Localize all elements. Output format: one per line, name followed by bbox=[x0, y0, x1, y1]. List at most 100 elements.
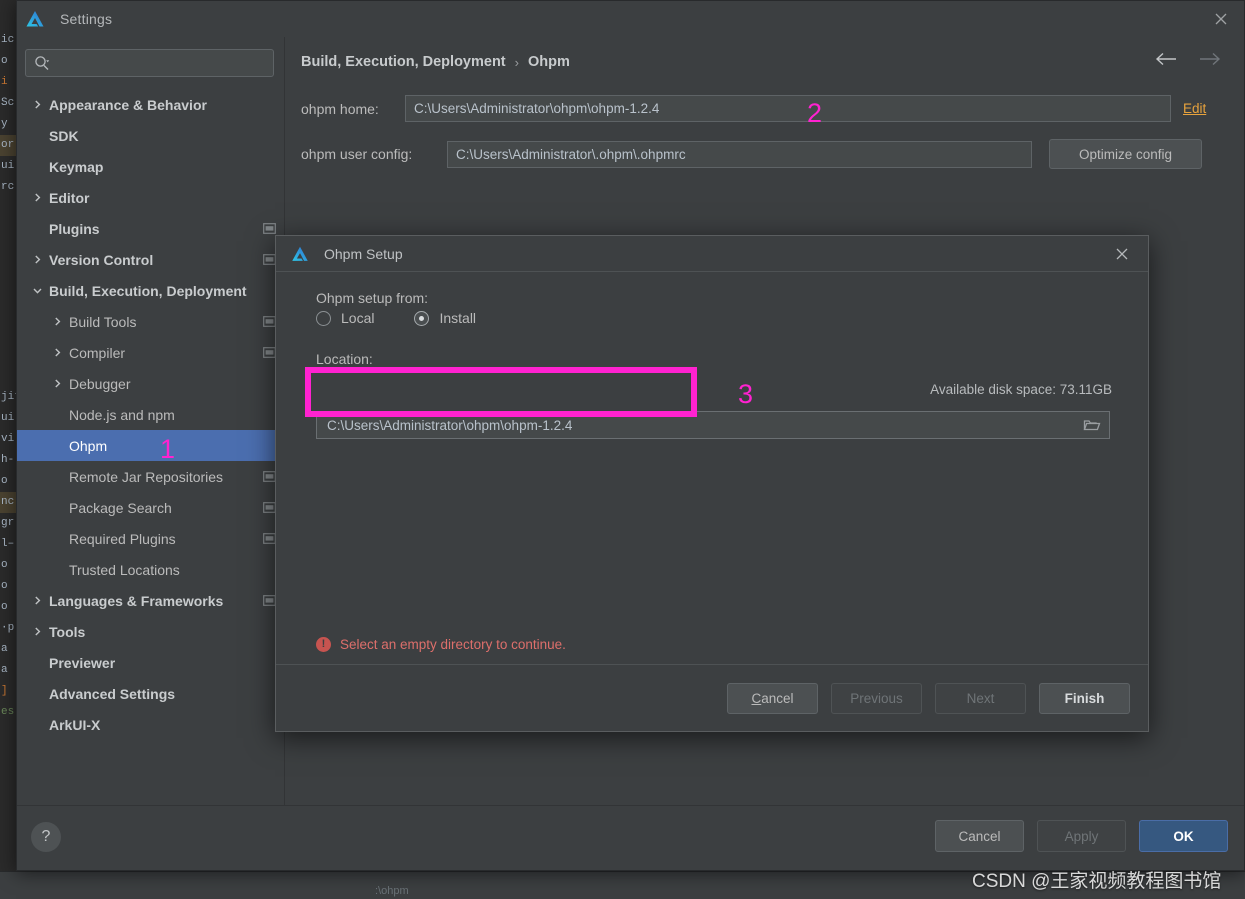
edit-link[interactable]: Edit bbox=[1183, 101, 1206, 116]
ok-button[interactable]: OK bbox=[1139, 820, 1228, 852]
sidebar-item-ohpm[interactable]: Ohpm bbox=[17, 430, 284, 461]
chevron-right-icon[interactable] bbox=[51, 316, 63, 328]
sidebar-item-trusted-locations[interactable]: Trusted Locations bbox=[17, 554, 284, 585]
sidebar-item-label: Version Control bbox=[49, 251, 154, 268]
search-area bbox=[17, 37, 284, 85]
sidebar-item-label: Tools bbox=[49, 623, 86, 640]
screenshot-root: ic o i Sc y or ui rc jit ui vi h- o nc g… bbox=[0, 0, 1245, 899]
error-icon: ! bbox=[316, 637, 331, 652]
sidebar-item-required-plugins[interactable]: Required Plugins bbox=[17, 523, 284, 554]
radio-label: Local bbox=[341, 310, 375, 326]
search-box[interactable] bbox=[25, 49, 274, 77]
sidebar-item-debugger[interactable]: Debugger bbox=[17, 368, 284, 399]
chevron-down-icon[interactable] bbox=[31, 285, 43, 297]
ohpm-setup-dialog: Ohpm Setup Ohpm setup from: Local Install… bbox=[275, 235, 1149, 732]
sidebar-item-label: Required Plugins bbox=[69, 530, 176, 547]
radio-label: Install bbox=[439, 310, 477, 326]
radio-indicator bbox=[316, 310, 331, 326]
dialog-titlebar: Ohpm Setup bbox=[276, 236, 1148, 272]
settings-title: Settings bbox=[60, 11, 113, 27]
window-close-button[interactable] bbox=[1198, 1, 1244, 37]
optimize-config-button[interactable]: Optimize config bbox=[1049, 139, 1202, 169]
help-button[interactable]: ? bbox=[31, 822, 61, 852]
sidebar-item-label: Compiler bbox=[69, 344, 126, 361]
arrow-left-icon[interactable] bbox=[1154, 51, 1178, 72]
sidebar-item-version-control[interactable]: Version Control bbox=[17, 244, 284, 275]
chevron-right-icon[interactable] bbox=[31, 192, 43, 204]
close-icon bbox=[1116, 248, 1128, 259]
dialog-body: Ohpm setup from: Local Install Location: … bbox=[276, 272, 1148, 665]
ohpm-user-config-label: ohpm user config: bbox=[301, 146, 413, 162]
cancel-button[interactable]: Cancel bbox=[727, 682, 818, 714]
sidebar-item-label: Appearance & Behavior bbox=[49, 96, 207, 113]
search-input[interactable] bbox=[56, 54, 260, 72]
arrow-right-icon[interactable] bbox=[1198, 51, 1222, 72]
sidebar-item-label: Keymap bbox=[49, 158, 104, 175]
ide-status-bar bbox=[0, 871, 1245, 899]
sidebar-item-appearance-behavior[interactable]: Appearance & Behavior bbox=[17, 89, 284, 120]
chevron-right-icon[interactable] bbox=[31, 99, 43, 111]
sidebar-item-label: Node.js and npm bbox=[69, 406, 175, 423]
sidebar-item-sdk[interactable]: SDK bbox=[17, 120, 284, 151]
deveco-logo-icon bbox=[26, 11, 44, 27]
dialog-footer: Cancel Previous Next Finish bbox=[276, 664, 1148, 731]
sidebar-item-editor[interactable]: Editor bbox=[17, 182, 284, 213]
ohpm-home-input[interactable] bbox=[405, 95, 1171, 122]
breadcrumb: Build, Execution, Deployment › Ohpm bbox=[301, 37, 1228, 87]
next-button: Next bbox=[935, 682, 1026, 714]
previous-button: Previous bbox=[831, 682, 922, 714]
sidebar-item-label: Build, Execution, Deployment bbox=[49, 282, 247, 299]
setup-from-radio-group: Local Install bbox=[316, 310, 516, 326]
chevron-right-icon[interactable] bbox=[51, 347, 63, 359]
ohpm-home-row: ohpm home: Edit bbox=[301, 95, 1228, 122]
dialog-close-button[interactable] bbox=[1102, 236, 1142, 271]
sidebar-item-arkui-x[interactable]: ArkUI-X bbox=[17, 709, 284, 740]
breadcrumb-parent[interactable]: Build, Execution, Deployment bbox=[301, 54, 506, 70]
chevron-right-icon[interactable] bbox=[31, 595, 43, 607]
sidebar-item-previewer[interactable]: Previewer bbox=[17, 647, 284, 678]
radio-local[interactable]: Local bbox=[316, 310, 374, 326]
sidebar-item-advanced-settings[interactable]: Advanced Settings bbox=[17, 678, 284, 709]
sidebar-item-label: Advanced Settings bbox=[49, 685, 176, 702]
sidebar-item-label: Plugins bbox=[49, 220, 100, 237]
chevron-right-icon[interactable] bbox=[31, 626, 43, 638]
sidebar-item-keymap[interactable]: Keymap bbox=[17, 151, 284, 182]
ohpm-user-config-row: ohpm user config: Optimize config bbox=[301, 139, 1228, 169]
folder-icon[interactable] bbox=[1075, 412, 1109, 438]
settings-titlebar: Settings bbox=[17, 1, 1244, 38]
location-field[interactable] bbox=[316, 411, 1110, 439]
settings-tree: Appearance & Behavior SDK Keymap Editor Plug… bbox=[17, 89, 284, 740]
sidebar-item-label: Languages & Frameworks bbox=[49, 592, 224, 609]
cancel-button[interactable]: Cancel bbox=[935, 820, 1024, 852]
sidebar-item-build-tools[interactable]: Build Tools bbox=[17, 306, 284, 337]
finish-button[interactable]: Finish bbox=[1039, 682, 1130, 714]
search-icon bbox=[35, 56, 50, 70]
sidebar-item-label: Ohpm bbox=[69, 437, 108, 454]
radio-install[interactable]: Install bbox=[414, 310, 476, 326]
sidebar-item-label: Debugger bbox=[69, 375, 131, 392]
sidebar-item-package-search[interactable]: Package Search bbox=[17, 492, 284, 523]
disk-space-text: Available disk space: 73.11GB bbox=[930, 382, 1112, 397]
dialog-title: Ohpm Setup bbox=[324, 245, 403, 262]
ide-status-text: :\ohpm bbox=[375, 885, 409, 897]
sidebar-item-tools[interactable]: Tools bbox=[17, 616, 284, 647]
nav-arrows bbox=[1154, 51, 1222, 72]
sidebar-item-label: Previewer bbox=[49, 654, 116, 671]
sidebar-item-compiler[interactable]: Compiler bbox=[17, 337, 284, 368]
sidebar-item-node-js-and-npm[interactable]: Node.js and npm bbox=[17, 399, 284, 430]
sidebar-item-label: Build Tools bbox=[69, 313, 137, 330]
breadcrumb-current: Ohpm bbox=[527, 54, 570, 70]
chevron-right-icon[interactable] bbox=[31, 254, 43, 266]
sidebar-item-remote-jar-repositories[interactable]: Remote Jar Repositories bbox=[17, 461, 284, 492]
setup-from-label: Ohpm setup from: bbox=[316, 290, 429, 306]
chevron-right-icon[interactable] bbox=[51, 378, 63, 390]
sidebar-item-languages-frameworks[interactable]: Languages & Frameworks bbox=[17, 585, 284, 616]
sidebar-item-build-execution-deployment[interactable]: Build, Execution, Deployment bbox=[17, 275, 284, 306]
ohpm-user-config-input[interactable] bbox=[447, 140, 1032, 168]
apply-button: Apply bbox=[1037, 820, 1126, 852]
sidebar-item-plugins[interactable]: Plugins bbox=[17, 213, 284, 244]
bottom-action-buttons: Cancel Apply OK bbox=[935, 820, 1228, 852]
close-icon bbox=[1215, 13, 1227, 25]
validation-error: ! Select an empty directory to continue. bbox=[316, 637, 566, 652]
location-input[interactable] bbox=[317, 411, 1075, 439]
